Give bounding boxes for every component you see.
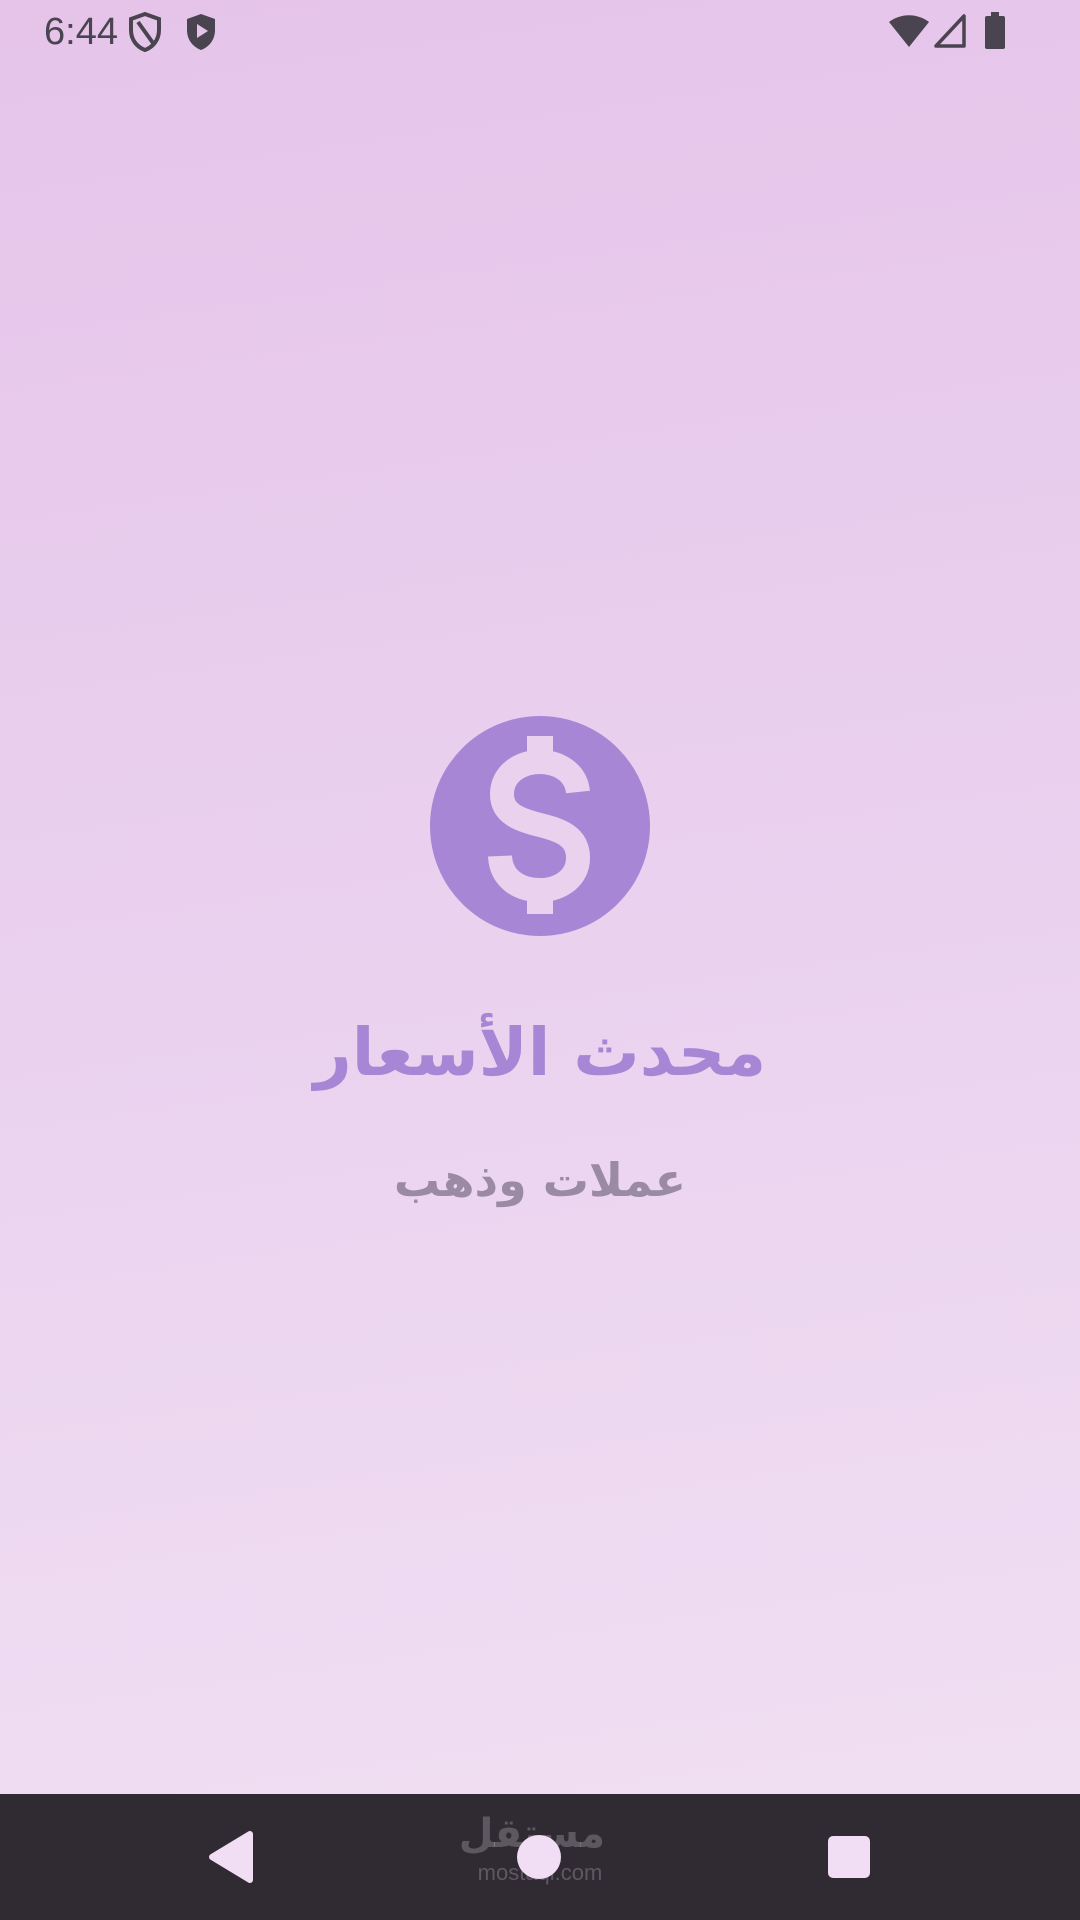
back-icon[interactable]: [198, 1824, 264, 1890]
splash-screen: محدث الأسعار عملات وذهب: [0, 0, 1080, 1794]
app-title: محدث الأسعار: [313, 1014, 767, 1091]
app-subtitle: عملات وذهب: [393, 1153, 687, 1207]
dollar-coin-icon: [430, 716, 650, 936]
navigation-bar: مستقل mostaql.com: [0, 1794, 1080, 1920]
recents-icon[interactable]: [816, 1824, 882, 1890]
home-icon[interactable]: [506, 1824, 572, 1890]
